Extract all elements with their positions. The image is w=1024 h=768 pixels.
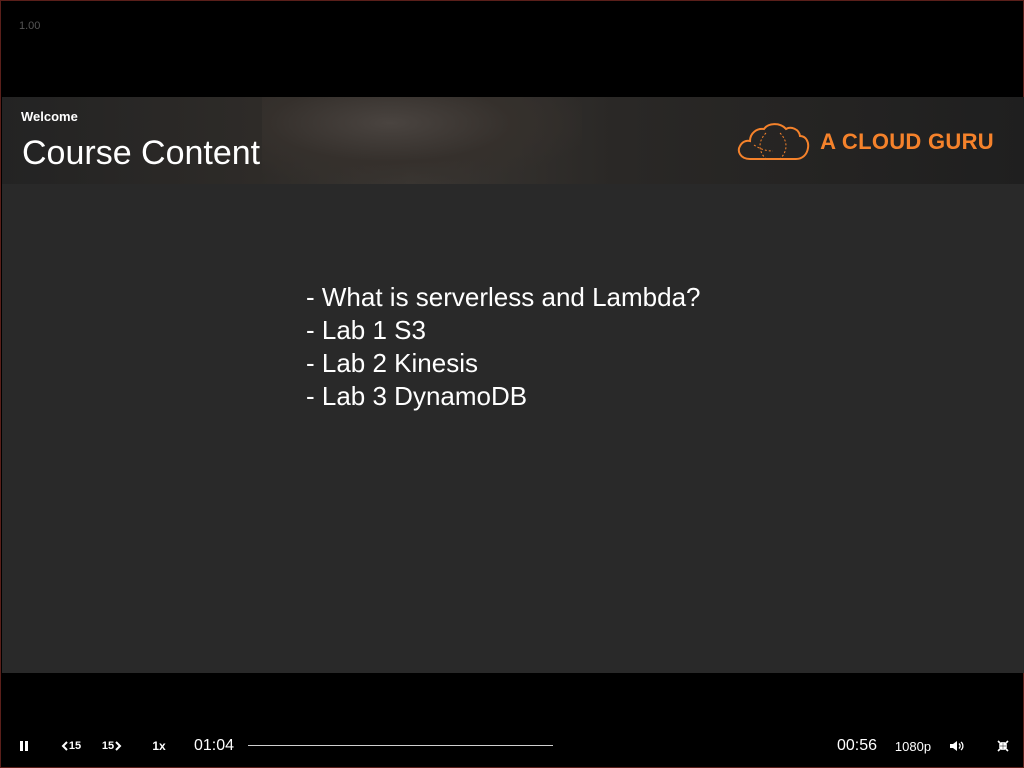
brand-wordmark: A CLOUD GURU	[820, 129, 994, 154]
elapsed-time: 01:04	[194, 737, 235, 754]
quality-button[interactable]: 1080p	[893, 731, 933, 761]
forward-15-button[interactable]: 15	[99, 731, 125, 761]
chevron-left-icon	[61, 741, 68, 751]
playback-rate-button[interactable]: 1x	[147, 731, 171, 761]
exit-fullscreen-icon	[997, 740, 1009, 752]
bullet-item: - Lab 2 Kinesis	[306, 348, 478, 378]
progress-bar[interactable]	[248, 745, 553, 746]
volume-button[interactable]	[947, 731, 967, 761]
player-controls: 15 15 1x 01:04 00:56 1080p	[1, 731, 1024, 761]
bullet-item: - What is serverless and Lambda?	[306, 282, 701, 312]
play-pause-button[interactable]	[13, 731, 35, 761]
chevron-right-icon	[115, 741, 122, 751]
volume-icon	[950, 741, 964, 751]
exit-fullscreen-button[interactable]	[993, 731, 1013, 761]
slide-banner: Welcome Course Content A CLOUD GURU	[2, 97, 1024, 184]
section-label: Welcome	[21, 109, 78, 124]
presenter-photo	[262, 97, 582, 184]
bullet-list: - What is serverless and Lambda? - Lab 1…	[306, 281, 701, 413]
bullet-item: - Lab 1 S3	[306, 315, 426, 345]
remaining-time: 00:56	[837, 737, 878, 754]
rewind-label: 15	[68, 740, 82, 752]
bullet-item: - Lab 3 DynamoDB	[306, 381, 528, 411]
version-label: 1.00	[19, 20, 41, 32]
cloud-logo-icon	[738, 123, 810, 160]
rewind-15-button[interactable]: 15	[58, 731, 84, 761]
forward-label: 15	[101, 740, 115, 752]
brand-logo: A CLOUD GURU	[736, 121, 994, 163]
slide-body: - What is serverless and Lambda? - Lab 1…	[2, 184, 1024, 673]
slide-title: Course Content	[22, 134, 261, 172]
pause-icon	[20, 741, 28, 751]
video-player[interactable]: 1.00 Welcome Course Content A CLOUD GURU…	[0, 0, 1024, 768]
